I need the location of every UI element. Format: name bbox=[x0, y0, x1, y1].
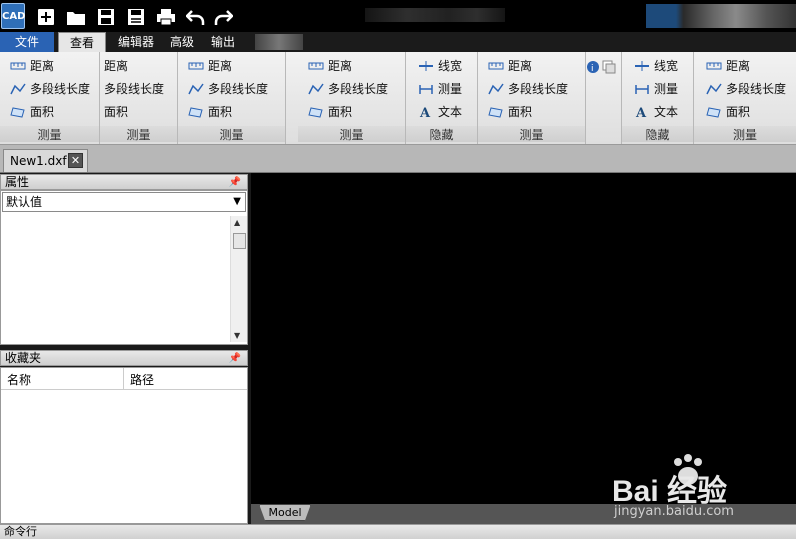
app-logo[interactable]: CAD bbox=[1, 3, 25, 29]
measure-group-label: 测量 bbox=[694, 126, 796, 142]
new-icon[interactable] bbox=[36, 7, 56, 27]
line-width-icon bbox=[635, 61, 649, 71]
tab-blurred bbox=[255, 34, 303, 50]
chevron-down-icon: ▼ bbox=[233, 196, 241, 207]
favorites-panel: 名称 路径 bbox=[0, 367, 248, 524]
command-line-bar[interactable]: 命令行 bbox=[0, 524, 796, 539]
measure-group-label: 测量 bbox=[478, 126, 585, 142]
polyline-length-icon bbox=[706, 83, 722, 95]
hide-group-label: 隐藏 bbox=[406, 126, 477, 142]
measure-group-1: 距离 多段线长度 面积 测量 bbox=[0, 52, 100, 144]
svg-text:i: i bbox=[591, 64, 594, 74]
measure-icon bbox=[419, 85, 433, 94]
title-bar: CAD bbox=[0, 0, 796, 32]
save-icon[interactable] bbox=[96, 7, 116, 27]
polyline-length-icon bbox=[308, 83, 324, 95]
properties-dropdown-value: 默认值 bbox=[6, 195, 43, 209]
distance-icon bbox=[488, 62, 504, 70]
close-icon[interactable]: ✕ bbox=[68, 153, 83, 168]
hide-group-label: 隐藏 bbox=[622, 126, 693, 142]
polyline-length-icon bbox=[488, 83, 504, 95]
properties-panel: 默认值 ▼ ▲ ▼ bbox=[0, 190, 248, 345]
column-name[interactable]: 名称 bbox=[7, 371, 31, 388]
tab-editor[interactable]: 编辑器 bbox=[110, 32, 162, 52]
measure-group-label: 测量 bbox=[298, 126, 405, 142]
watermark: Bai 经验 jingyan.baidu.com bbox=[612, 452, 796, 524]
text-icon: A bbox=[419, 106, 431, 119]
area-icon bbox=[10, 107, 25, 118]
model-tab[interactable]: Model bbox=[259, 504, 311, 521]
pin-icon[interactable]: 📌 bbox=[229, 176, 241, 190]
polyline-length-icon bbox=[10, 83, 26, 95]
tab-advanced[interactable]: 高级 bbox=[162, 32, 202, 52]
distance-icon bbox=[10, 62, 26, 70]
undo-icon[interactable] bbox=[186, 7, 206, 27]
measure-group-label: 测量 bbox=[100, 126, 177, 142]
scroll-down-icon[interactable]: ▼ bbox=[234, 331, 240, 340]
favorites-table-header: 名称 路径 bbox=[1, 368, 247, 390]
redo-icon[interactable] bbox=[213, 7, 233, 27]
document-tab-label: New1.dxf bbox=[10, 154, 67, 168]
measure-group-5: 距离 多段线长度 面积 测量 bbox=[478, 52, 586, 144]
measure-group-3: 距离 多段线长度 面积 测量 bbox=[178, 52, 286, 144]
area-icon bbox=[308, 107, 323, 118]
info-icon[interactable]: i bbox=[586, 60, 600, 74]
polyline-length-icon bbox=[188, 83, 204, 95]
tab-viewer[interactable]: 查看器 bbox=[58, 32, 106, 70]
measure-group-4: 距离 多段线长度 面积 测量 bbox=[298, 52, 406, 144]
properties-scrollbar[interactable]: ▲ ▼ bbox=[230, 216, 247, 342]
distance-icon bbox=[308, 62, 324, 70]
measure-icon bbox=[635, 85, 649, 94]
window-title-blurred bbox=[365, 8, 505, 22]
scroll-up-icon[interactable]: ▲ bbox=[234, 218, 240, 227]
ribbon-panel: 距离 多段线长度 面积 测量 距离 多段线长度 面积 测量 距离 多段线长度 面… bbox=[0, 52, 796, 145]
properties-panel-header: 属性 📌 bbox=[0, 174, 248, 190]
measure-group-label: 测量 bbox=[178, 126, 285, 142]
svg-text:A: A bbox=[635, 106, 647, 119]
hide-group-1: 线宽 测量 A 文本 隐藏 bbox=[406, 52, 478, 144]
document-tab-bar: New1.dxf ✕ bbox=[0, 145, 796, 173]
properties-panel-title: 属性 bbox=[5, 175, 30, 189]
area-icon bbox=[188, 107, 203, 118]
favorites-panel-title: 收藏夹 bbox=[5, 351, 42, 365]
svg-text:A: A bbox=[419, 106, 431, 119]
hide-group-2: 线宽 测量 A 文本 隐藏 bbox=[622, 52, 694, 144]
print-icon[interactable] bbox=[156, 7, 176, 27]
watermark-sub: jingyan.baidu.com bbox=[614, 504, 734, 519]
measure-group-2: 距离 多段线长度 面积 测量 bbox=[100, 52, 178, 144]
misc-icon-group: i bbox=[586, 52, 622, 144]
distance-icon bbox=[706, 62, 722, 70]
copy-icon[interactable] bbox=[602, 60, 616, 74]
column-path[interactable]: 路径 bbox=[130, 371, 154, 388]
save-as-icon[interactable] bbox=[126, 7, 146, 27]
measure-group-6: 距离 多段线长度 面积 测量 bbox=[694, 52, 796, 144]
column-divider[interactable] bbox=[123, 368, 124, 390]
document-tab[interactable]: New1.dxf ✕ bbox=[3, 149, 88, 172]
properties-dropdown[interactable]: 默认值 ▼ bbox=[2, 192, 246, 212]
command-line-label: 命令行 bbox=[4, 525, 37, 538]
distance-icon bbox=[188, 62, 204, 70]
scroll-thumb[interactable] bbox=[233, 233, 246, 249]
area-icon bbox=[706, 107, 721, 118]
ribbon-tab-row: 文件 查看器 编辑器 高级 输出 bbox=[0, 32, 796, 70]
tab-file[interactable]: 文件 bbox=[0, 32, 54, 52]
line-width-icon bbox=[419, 61, 433, 71]
window-controls-blurred bbox=[646, 4, 796, 28]
measure-group-label: 测量 bbox=[0, 126, 99, 142]
area-icon bbox=[488, 107, 503, 118]
open-folder-icon[interactable] bbox=[66, 7, 86, 27]
tab-output[interactable]: 输出 bbox=[203, 32, 243, 52]
pin-icon[interactable]: 📌 bbox=[229, 352, 241, 366]
text-icon: A bbox=[635, 106, 647, 119]
favorites-panel-header: 收藏夹 📌 bbox=[0, 350, 248, 366]
